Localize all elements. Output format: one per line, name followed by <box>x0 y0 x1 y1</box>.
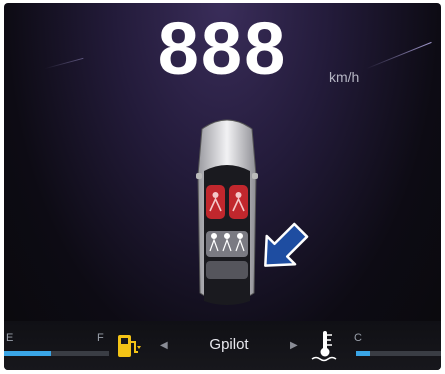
instrument-cluster-screen: 888 km/h E F ◀ Gpilot ▶ C <box>4 3 441 370</box>
coolant-cold-label: C <box>354 332 362 344</box>
fuel-gauge <box>4 351 109 356</box>
front-right-seat <box>229 185 248 219</box>
cluster-frame: 888 km/h E F ◀ Gpilot ▶ C <box>0 0 445 374</box>
fuel-full-label: F <box>97 332 104 344</box>
coolant-gauge <box>356 351 441 356</box>
speed-readout: 888 <box>157 7 288 90</box>
coolant-temperature-icon <box>310 329 340 368</box>
speed-unit: km/h <box>329 69 360 85</box>
fuel-empty-label: E <box>6 332 14 344</box>
front-left-seat <box>206 185 225 219</box>
fuel-pump-icon <box>116 332 142 365</box>
coolant-gauge-fill <box>356 351 370 356</box>
mode-next-arrow[interactable]: ▶ <box>290 340 298 351</box>
fuel-gauge-fill <box>4 351 52 356</box>
pointer-arrow-icon <box>256 221 310 275</box>
rear-seats <box>206 231 248 279</box>
drive-mode-label[interactable]: Gpilot <box>194 336 264 353</box>
vehicle-top-view <box>192 115 262 307</box>
mode-previous-arrow[interactable]: ◀ <box>160 340 168 351</box>
